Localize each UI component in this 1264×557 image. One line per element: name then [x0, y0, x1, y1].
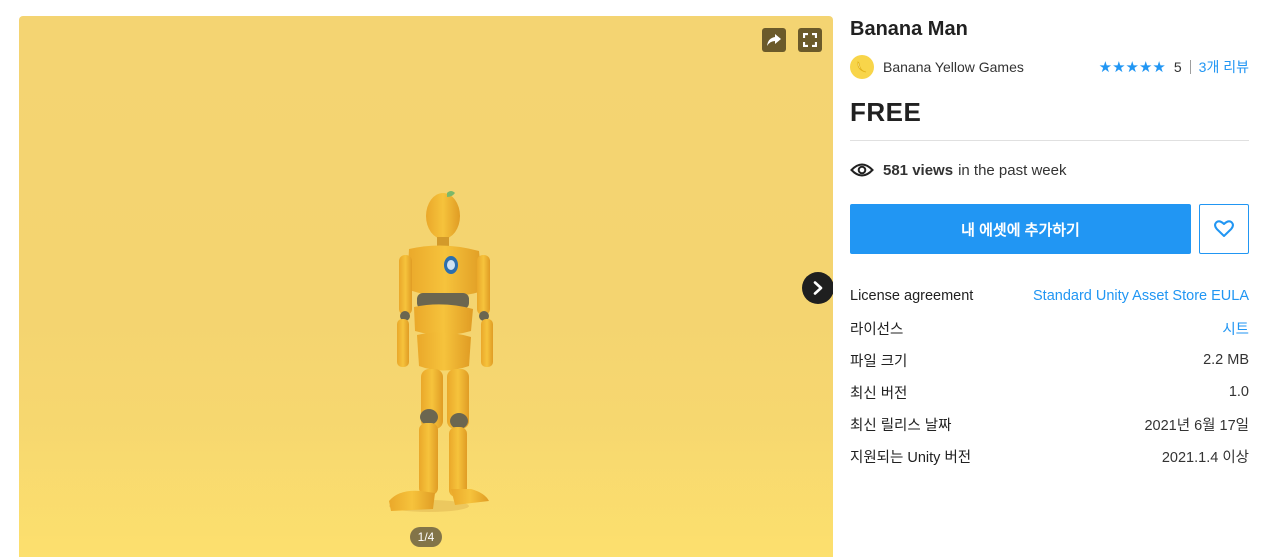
next-image-button[interactable] [802, 272, 833, 304]
favorite-button[interactable] [1199, 204, 1249, 254]
price: FREE [850, 97, 922, 127]
detail-key: 지원되는 Unity 버전 [850, 449, 972, 466]
product-info: Banana Man Banana Yellow Games ★★★★★ 5 3… [850, 16, 1249, 472]
asset-page: 1/4 Banana Man Banana Yellow Games ★★★★★… [0, 0, 1264, 557]
views-suffix: in the past week [958, 161, 1067, 179]
detail-row-release-date: 최신 릴리스 날짜 2021년 6월 17일 [850, 408, 1249, 440]
publisher-avatar[interactable] [850, 55, 874, 79]
heart-icon [1214, 220, 1234, 237]
views-row: 581 views in the past week [850, 159, 1249, 181]
rating-stars: ★★★★★ [1098, 59, 1166, 76]
license-link[interactable]: 시트 [1222, 318, 1249, 339]
details-table: License agreement Standard Unity Asset S… [850, 280, 1249, 472]
divider [850, 140, 1249, 141]
rating-divider [1189, 60, 1191, 74]
rating-value: 5 [1173, 59, 1182, 75]
detail-value: 2021년 6월 17일 [1144, 417, 1249, 434]
detail-key: License agreement [850, 288, 974, 304]
detail-row-file-size: 파일 크기 2.2 MB [850, 344, 1249, 376]
detail-key: 최신 버전 [850, 385, 908, 402]
product-title: Banana Man [850, 18, 968, 40]
product-image [389, 191, 493, 512]
detail-row-license-agreement: License agreement Standard Unity Asset S… [850, 280, 1249, 312]
detail-row-license: 라이선스 시트 [850, 312, 1249, 344]
detail-row-unity-version: 지원되는 Unity 버전 2021.1.4 이상 [850, 440, 1249, 472]
share-button[interactable] [762, 28, 786, 52]
publisher-name[interactable]: Banana Yellow Games [883, 59, 1024, 75]
publisher-row: Banana Yellow Games ★★★★★ 5 3개 리뷰 [850, 54, 1249, 80]
eye-icon [850, 162, 874, 178]
license-agreement-link[interactable]: Standard Unity Asset Store EULA [1033, 288, 1249, 304]
chevron-right-icon [813, 281, 823, 295]
media-viewer[interactable]: 1/4 [19, 16, 833, 557]
publisher-logo-icon [857, 61, 867, 73]
detail-key: 라이선스 [850, 321, 904, 338]
detail-value: 1.0 [1228, 384, 1249, 400]
reviews-link[interactable]: 3개 리뷰 [1199, 57, 1249, 77]
fullscreen-icon [803, 33, 817, 47]
rating: ★★★★★ 5 3개 리뷰 [1099, 54, 1249, 80]
action-buttons: 내 에셋에 추가하기 [850, 204, 1249, 254]
share-icon [767, 34, 781, 46]
add-to-my-assets-button[interactable]: 내 에셋에 추가하기 [850, 204, 1191, 254]
detail-key: 파일 크기 [850, 353, 908, 370]
detail-value: 2.2 MB [1203, 352, 1249, 368]
fullscreen-button[interactable] [798, 28, 822, 52]
detail-value: 2021.1.4 이상 [1161, 449, 1249, 466]
detail-row-latest-version: 최신 버전 1.0 [850, 376, 1249, 408]
detail-key: 최신 릴리스 날짜 [850, 417, 952, 434]
image-counter: 1/4 [410, 527, 442, 547]
views-count: 581 views [883, 161, 954, 179]
